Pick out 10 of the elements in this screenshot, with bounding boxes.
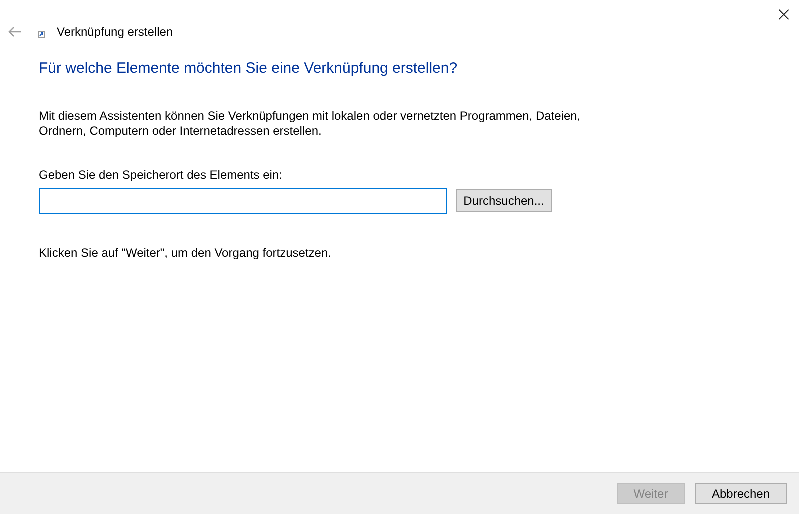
cancel-button[interactable]: Abbrechen [695, 483, 787, 504]
window-title: Verknüpfung erstellen [57, 24, 174, 41]
page-heading: Für welche Elemente möchten Sie eine Verknüpfung erstellen? [39, 59, 459, 79]
location-label: Geben Sie den Speicherort des Elements ein: [39, 166, 284, 184]
shortcut-icon [38, 30, 45, 38]
browse-button[interactable]: Durchsuchen... [456, 189, 552, 212]
location-field[interactable] [39, 188, 447, 214]
close-button[interactable]: × [769, 0, 799, 28]
description-text: Mit diesem Assistenten können Sie Verknüpfungen mit lokalen oder vernetzten Programmen, Dateien, Ordnern, Computern oder Internetadressen erstellen. [39, 108, 582, 138]
hint-text: Klicken Sie auf "Weiter", um den Vorgang fortzusetzen. [39, 244, 332, 262]
